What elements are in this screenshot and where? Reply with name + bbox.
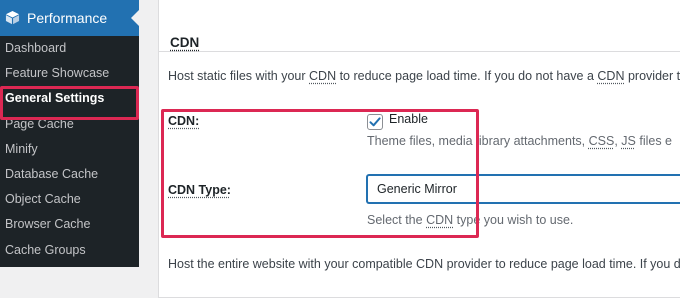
- submenu-item-database-cache[interactable]: Database Cache: [0, 162, 139, 187]
- cdn-type-label-text: CDN Type:: [168, 183, 231, 197]
- admin-sidebar: Performance Dashboard Feature Showcase G…: [0, 0, 139, 267]
- desc-text-end: type you wish to use.: [453, 213, 573, 227]
- cdn-abbr: CDN: [597, 69, 624, 83]
- cdn-type-label: CDN Type:: [168, 183, 231, 197]
- section-intro: Host static files with your CDN to reduc…: [168, 69, 680, 83]
- css-abbr: CSS: [589, 134, 615, 148]
- intro-text: Host static files with your: [168, 69, 309, 83]
- enable-cdn-checkbox[interactable]: [367, 114, 383, 130]
- submenu-item-general-settings[interactable]: General Settings: [0, 86, 139, 111]
- submenu-item-object-cache[interactable]: Object Cache: [0, 187, 139, 212]
- submenu-item-dashboard[interactable]: Dashboard: [0, 36, 139, 61]
- submenu-item-minify[interactable]: Minify: [0, 137, 139, 162]
- checkmark-icon: [369, 116, 381, 128]
- cdn-label: CDN:: [168, 114, 199, 128]
- submenu-item-browser-cache[interactable]: Browser Cache: [0, 212, 139, 237]
- desc-text: Select the: [367, 213, 426, 227]
- intro-text-mid: to reduce page load time. If you do not …: [336, 69, 597, 83]
- intro-text-end: provider try: [625, 69, 680, 83]
- submenu: Dashboard Feature Showcase General Setti…: [0, 36, 139, 263]
- enable-label[interactable]: Enable: [389, 112, 428, 126]
- current-menu-arrow: [131, 10, 139, 26]
- section-title: CDN: [170, 35, 199, 50]
- cdn-settings-panel: CDN Host static files with your CDN to r…: [158, 0, 680, 298]
- cdn-type-select[interactable]: Generic Mirror: [367, 175, 680, 203]
- submenu-item-feature-showcase[interactable]: Feature Showcase: [0, 61, 139, 86]
- w3tc-cube-icon: [5, 10, 20, 25]
- footer-description: Host the entire website with your compat…: [168, 257, 680, 271]
- divider: [159, 51, 680, 52]
- menu-title: Performance: [27, 10, 107, 26]
- performance-menu[interactable]: Performance: [0, 0, 139, 36]
- cdn-type-selected-value: Generic Mirror: [377, 182, 457, 196]
- js-abbr: JS: [621, 134, 636, 148]
- cdn-description: Theme files, media library attachments, …: [367, 134, 672, 148]
- submenu-item-cache-groups[interactable]: Cache Groups: [0, 238, 139, 263]
- cdn-type-description: Select the CDN type you wish to use.: [367, 213, 573, 227]
- submenu-item-page-cache[interactable]: Page Cache: [0, 112, 139, 137]
- cdn-abbr: CDN: [426, 213, 453, 227]
- cdn-abbr: CDN: [309, 69, 336, 83]
- desc-text-end: files e: [636, 134, 672, 148]
- desc-text: Theme files, media library attachments,: [367, 134, 589, 148]
